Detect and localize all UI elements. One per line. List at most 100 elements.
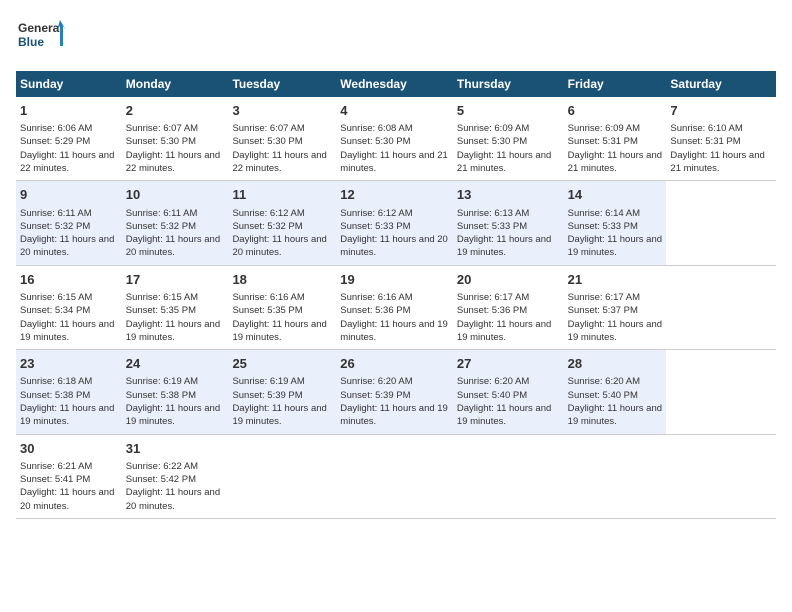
sunrise-label: Sunrise: 6:12 AM <box>340 208 412 219</box>
column-headers: SundayMondayTuesdayWednesdayThursdayFrid… <box>16 71 776 97</box>
day-cell: 13Sunrise: 6:13 AMSunset: 5:33 PMDayligh… <box>453 181 564 265</box>
sunrise-label: Sunrise: 6:09 AM <box>457 123 529 134</box>
sunrise-label: Sunrise: 6:19 AM <box>126 376 198 387</box>
sunrise-label: Sunrise: 6:21 AM <box>20 461 92 472</box>
day-number: 26 <box>340 355 449 373</box>
day-cell: 26Sunrise: 6:20 AMSunset: 5:39 PMDayligh… <box>336 350 453 434</box>
day-cell <box>228 434 336 518</box>
day-cell <box>564 434 667 518</box>
sunrise-label: Sunrise: 6:11 AM <box>20 208 92 219</box>
sunset-label: Sunset: 5:33 PM <box>568 221 638 232</box>
day-cell: 27Sunrise: 6:20 AMSunset: 5:40 PMDayligh… <box>453 350 564 434</box>
sunset-label: Sunset: 5:30 PM <box>457 136 527 147</box>
sunrise-label: Sunrise: 6:15 AM <box>20 292 92 303</box>
daylight-label: Daylight: 11 hours and 22 minutes. <box>20 150 114 174</box>
sunrise-label: Sunrise: 6:16 AM <box>232 292 304 303</box>
day-cell: 31Sunrise: 6:22 AMSunset: 5:42 PMDayligh… <box>122 434 229 518</box>
day-cell: 24Sunrise: 6:19 AMSunset: 5:38 PMDayligh… <box>122 350 229 434</box>
day-number: 17 <box>126 271 225 289</box>
sunset-label: Sunset: 5:32 PM <box>20 221 90 232</box>
day-number: 19 <box>340 271 449 289</box>
day-number: 23 <box>20 355 118 373</box>
day-cell: 20 Sunrise: 6:17 AM Sunset: 5:36 PM Dayligh… <box>453 265 564 349</box>
day-cell: 4Sunrise: 6:08 AMSunset: 5:30 PMDaylight… <box>336 97 453 181</box>
daylight-label: Daylight: 11 hours and 21 minutes. <box>340 150 448 174</box>
day-number: 5 <box>457 102 560 120</box>
sunset-label: Sunset: 5:31 PM <box>670 136 740 147</box>
daylight-label: Daylight: 11 hours and 19 minutes. <box>568 319 662 343</box>
day-cell: 1Sunrise: 6:06 AMSunset: 5:29 PMDaylight… <box>16 97 122 181</box>
col-header-saturday: Saturday <box>666 71 776 97</box>
sunrise-label: Sunrise: 6:14 AM <box>568 208 640 219</box>
week-row-2: 9 Sunrise: 6:11 AM Sunset: 5:32 PM Daylight… <box>16 181 776 265</box>
daylight-label: Daylight: 11 hours and 19 minutes. <box>457 319 551 343</box>
daylight-label: Daylight: 11 hours and 21 minutes. <box>457 150 551 174</box>
sunset-label: Sunset: 5:40 PM <box>457 390 527 401</box>
sunset-label: Sunset: 5:29 PM <box>20 136 90 147</box>
daylight-label: Daylight: 11 hours and 19 minutes. <box>232 319 326 343</box>
daylight-label: Daylight: 11 hours and 21 minutes. <box>568 150 662 174</box>
daylight-label: Daylight: 11 hours and 22 minutes. <box>126 150 220 174</box>
logo: General Blue <box>16 16 66 61</box>
daylight-label: Daylight: 11 hours and 19 minutes. <box>20 319 114 343</box>
sunrise-label: Sunrise: 6:16 AM <box>340 292 412 303</box>
sunrise-label: Sunrise: 6:19 AM <box>232 376 304 387</box>
daylight-label: Daylight: 11 hours and 19 minutes. <box>568 234 662 258</box>
day-number: 10 <box>126 186 225 204</box>
day-number: 9 <box>20 186 118 204</box>
sunset-label: Sunset: 5:34 PM <box>20 305 90 316</box>
daylight-label: Daylight: 11 hours and 21 minutes. <box>670 150 764 174</box>
sunrise-label: Sunrise: 6:09 AM <box>568 123 640 134</box>
day-cell: 16 Sunrise: 6:15 AM Sunset: 5:34 PM Dayligh… <box>16 265 122 349</box>
sunset-label: Sunset: 5:33 PM <box>340 221 410 232</box>
sunset-label: Sunset: 5:36 PM <box>457 305 527 316</box>
daylight-label: Daylight: 11 hours and 19 minutes. <box>457 234 551 258</box>
sunrise-label: Sunrise: 6:11 AM <box>126 208 198 219</box>
sunset-label: Sunset: 5:40 PM <box>568 390 638 401</box>
sunrise-label: Sunrise: 6:20 AM <box>340 376 412 387</box>
day-number: 20 <box>457 271 560 289</box>
day-cell: 30 Sunrise: 6:21 AM Sunset: 5:41 PM Dayligh… <box>16 434 122 518</box>
day-cell: 19Sunrise: 6:16 AMSunset: 5:36 PMDayligh… <box>336 265 453 349</box>
day-cell: 5 Sunrise: 6:09 AM Sunset: 5:30 PM Daylight… <box>453 97 564 181</box>
daylight-label: Daylight: 11 hours and 20 minutes. <box>20 234 114 258</box>
day-number: 16 <box>20 271 118 289</box>
daylight-label: Daylight: 11 hours and 22 minutes. <box>232 150 326 174</box>
daylight-label: Daylight: 11 hours and 19 minutes. <box>20 403 114 427</box>
col-header-friday: Friday <box>564 71 667 97</box>
day-number: 3 <box>232 102 332 120</box>
daylight-label: Daylight: 11 hours and 19 minutes. <box>126 319 220 343</box>
week-row-5: 30 Sunrise: 6:21 AM Sunset: 5:41 PM Dayligh… <box>16 434 776 518</box>
sunset-label: Sunset: 5:35 PM <box>126 305 196 316</box>
sunset-label: Sunset: 5:32 PM <box>126 221 196 232</box>
day-cell: 14Sunrise: 6:14 AMSunset: 5:33 PMDayligh… <box>564 181 667 265</box>
sunset-label: Sunset: 5:42 PM <box>126 474 196 485</box>
col-header-monday: Monday <box>122 71 229 97</box>
day-number: 27 <box>457 355 560 373</box>
sunset-label: Sunset: 5:30 PM <box>340 136 410 147</box>
day-cell: 6Sunrise: 6:09 AMSunset: 5:31 PMDaylight… <box>564 97 667 181</box>
day-cell: 11Sunrise: 6:12 AMSunset: 5:32 PMDayligh… <box>228 181 336 265</box>
day-cell: 17 Sunrise: 6:15 AM Sunset: 5:35 PM Dayligh… <box>122 265 229 349</box>
sunset-label: Sunset: 5:41 PM <box>20 474 90 485</box>
sunrise-label: Sunrise: 6:17 AM <box>568 292 640 303</box>
day-cell: 3Sunrise: 6:07 AMSunset: 5:30 PMDaylight… <box>228 97 336 181</box>
sunrise-label: Sunrise: 6:06 AM <box>20 123 92 134</box>
sunrise-label: Sunrise: 6:17 AM <box>457 292 529 303</box>
day-cell: 12Sunrise: 6:12 AMSunset: 5:33 PMDayligh… <box>336 181 453 265</box>
day-cell: 25Sunrise: 6:19 AMSunset: 5:39 PMDayligh… <box>228 350 336 434</box>
col-header-wednesday: Wednesday <box>336 71 453 97</box>
day-number: 12 <box>340 186 449 204</box>
day-number: 21 <box>568 271 663 289</box>
day-number: 11 <box>232 186 332 204</box>
day-number: 30 <box>20 440 118 458</box>
sunset-label: Sunset: 5:30 PM <box>232 136 302 147</box>
sunrise-label: Sunrise: 6:15 AM <box>126 292 198 303</box>
daylight-label: Daylight: 11 hours and 19 minutes. <box>457 403 551 427</box>
svg-text:General: General <box>18 21 63 35</box>
header: General Blue <box>16 16 776 61</box>
day-number: 7 <box>670 102 772 120</box>
daylight-label: Daylight: 11 hours and 20 minutes. <box>20 487 114 511</box>
sunset-label: Sunset: 5:38 PM <box>126 390 196 401</box>
day-cell: 18Sunrise: 6:16 AMSunset: 5:35 PMDayligh… <box>228 265 336 349</box>
